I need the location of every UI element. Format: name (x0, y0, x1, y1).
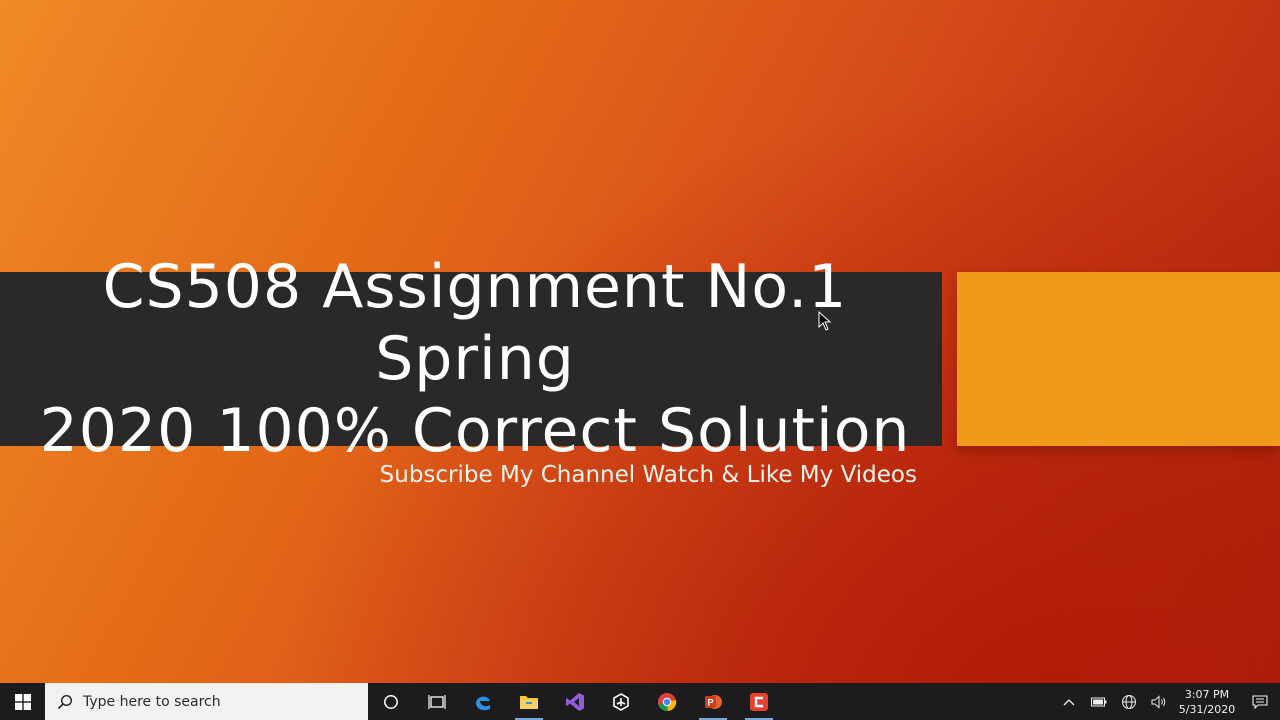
chrome-icon (658, 692, 677, 711)
clock-date: 5/31/2020 (1178, 702, 1236, 716)
slide-title: CS508 Assignment No.1 Spring 2020 100% C… (8, 251, 942, 467)
globe-icon (1122, 694, 1136, 709)
system-tray: 3:07 PM 5/31/2020 (1054, 683, 1280, 720)
title-band: CS508 Assignment No.1 Spring 2020 100% C… (0, 252, 942, 466)
unity-button[interactable] (598, 683, 644, 720)
visual-studio-button[interactable] (552, 683, 598, 720)
chrome-button[interactable] (644, 683, 690, 720)
visual-studio-icon (566, 692, 584, 711)
notification-icon (1252, 694, 1268, 709)
accent-box (957, 272, 1280, 446)
svg-text:P: P (707, 697, 713, 707)
windows-logo-icon (14, 693, 31, 710)
taskbar: Type here to search P 3:07 PM 5/31/2020 (0, 683, 1280, 720)
search-icon (57, 694, 73, 709)
powerpoint-icon: P (705, 694, 722, 709)
slide-title-line-2: 2020 100% Correct Solution (39, 396, 911, 466)
file-explorer-icon (520, 695, 538, 709)
unity-icon (613, 692, 629, 711)
slide-title-line-1: CS508 Assignment No.1 Spring (102, 252, 848, 394)
presentation-slide: CS508 Assignment No.1 Spring 2020 100% C… (0, 0, 1280, 683)
taskbar-search-box[interactable]: Type here to search (45, 683, 368, 720)
camtasia-button[interactable] (736, 683, 782, 720)
edge-button[interactable] (460, 683, 506, 720)
show-hidden-icons-button[interactable] (1054, 683, 1084, 720)
cortana-icon (384, 694, 398, 709)
chevron-up-icon (1063, 698, 1075, 705)
action-center-button[interactable] (1240, 683, 1280, 720)
edge-icon (476, 696, 490, 710)
task-view-button[interactable] (414, 683, 460, 720)
search-placeholder: Type here to search (83, 693, 221, 710)
volume-button[interactable] (1144, 683, 1174, 720)
speaker-icon (1151, 694, 1166, 709)
task-view-icon (428, 694, 446, 709)
powerpoint-button[interactable]: P (690, 683, 736, 720)
file-explorer-button[interactable] (506, 683, 552, 720)
battery-icon (1091, 697, 1107, 706)
battery-button[interactable] (1084, 683, 1114, 720)
clock-time: 3:07 PM (1184, 687, 1230, 701)
mouse-pointer-icon (818, 311, 832, 331)
start-button[interactable] (0, 683, 45, 720)
taskbar-clock[interactable]: 3:07 PM 5/31/2020 (1174, 687, 1240, 717)
network-button[interactable] (1114, 683, 1144, 720)
slide-subtitle: Subscribe My Channel Watch & Like My Vid… (379, 462, 917, 488)
cortana-button[interactable] (368, 683, 414, 720)
camtasia-icon (750, 692, 768, 711)
